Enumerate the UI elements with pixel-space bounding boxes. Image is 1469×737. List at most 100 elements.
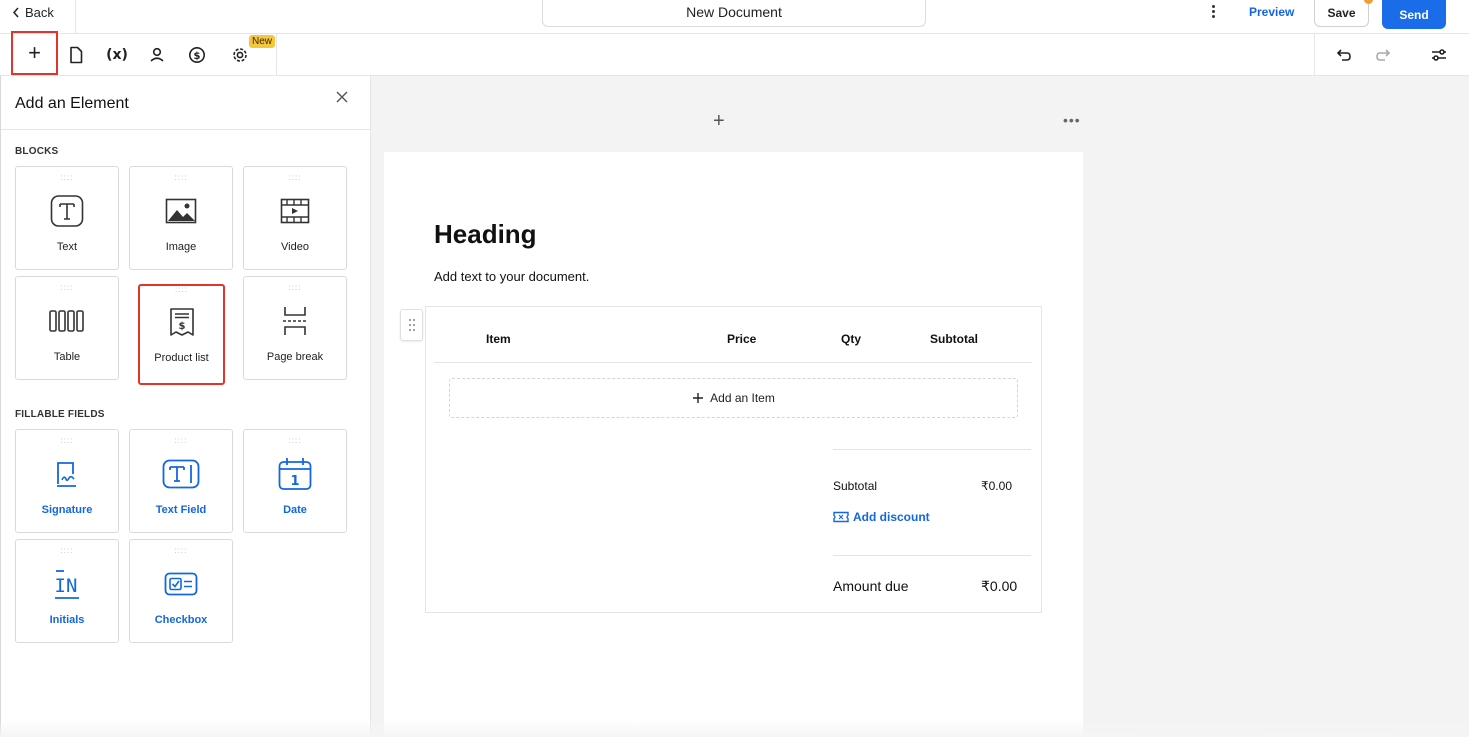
drag-grip-icon: :::: xyxy=(288,436,302,445)
panel-title: Add an Element xyxy=(15,95,129,112)
more-options-icon[interactable] xyxy=(1206,3,1220,23)
panel-header: Add an Element xyxy=(1,76,370,130)
amount-due-label: Amount due xyxy=(833,578,909,594)
settings-sliders-icon[interactable] xyxy=(1422,34,1456,76)
toolbar: + (x) $ New xyxy=(0,31,1469,76)
drag-grip-icon: :::: xyxy=(174,173,188,182)
add-item-button[interactable]: Add an Item xyxy=(449,378,1018,418)
add-discount-label: Add discount xyxy=(853,510,930,524)
document-heading[interactable]: Heading xyxy=(434,219,537,250)
product-list-icon: $ xyxy=(140,306,223,338)
send-button[interactable]: Send xyxy=(1382,0,1446,29)
video-icon xyxy=(244,195,346,227)
column-header-qty: Qty xyxy=(841,332,862,346)
plus-icon xyxy=(693,393,704,403)
table-icon xyxy=(16,305,118,337)
drag-grip-icon: :::: xyxy=(288,173,302,182)
block-label: Page break xyxy=(266,351,324,363)
block-video[interactable]: :::: Video xyxy=(243,166,347,270)
drag-grip-icon: :::: xyxy=(60,436,74,445)
user-icon[interactable] xyxy=(140,34,174,76)
field-initials[interactable]: :::: IN Initials xyxy=(15,539,119,643)
document-icon[interactable] xyxy=(59,34,93,76)
drag-grip-icon: :::: xyxy=(175,285,188,294)
variables-icon[interactable]: (x) xyxy=(100,34,134,76)
field-label: Initials xyxy=(49,614,85,626)
page-break-icon xyxy=(244,305,346,337)
preview-button[interactable]: Preview xyxy=(1249,5,1294,19)
back-button[interactable]: Back xyxy=(12,5,54,20)
save-button[interactable]: Save xyxy=(1314,0,1369,27)
add-discount-button[interactable]: Add discount xyxy=(833,510,930,524)
document-body-text[interactable]: Add text to your document. xyxy=(434,269,589,284)
drag-grip-icon: :::: xyxy=(60,546,74,555)
date-icon: 1 xyxy=(244,458,346,490)
initials-icon: IN xyxy=(16,568,118,600)
field-label: Signature xyxy=(41,504,93,516)
add-page-icon[interactable]: + xyxy=(713,110,725,133)
block-table[interactable]: :::: Table xyxy=(15,276,119,380)
pricing-icon[interactable]: $ xyxy=(180,34,214,76)
svg-text:1: 1 xyxy=(290,474,299,489)
drag-grip-icon: :::: xyxy=(174,546,188,555)
image-icon xyxy=(130,195,232,227)
unsaved-indicator xyxy=(1364,0,1373,4)
column-header-price: Price xyxy=(727,332,757,346)
column-header-item: Item xyxy=(486,332,511,346)
section-label-blocks: BLOCKS xyxy=(15,146,59,157)
close-icon[interactable] xyxy=(335,90,349,109)
block-image[interactable]: :::: Image xyxy=(129,166,233,270)
drag-grip-icon: :::: xyxy=(60,173,74,182)
plus-icon: + xyxy=(28,40,41,65)
divider xyxy=(833,555,1031,556)
page-options-icon[interactable]: ••• xyxy=(1063,112,1081,128)
product-list-block[interactable]: Item Price Qty Subtotal Add an Item Subt… xyxy=(425,306,1042,613)
document-title[interactable]: New Document xyxy=(542,0,926,27)
field-signature[interactable]: :::: Signature xyxy=(15,429,119,533)
field-label: Date xyxy=(283,504,307,516)
ticket-icon xyxy=(833,511,849,523)
block-label: Product list xyxy=(154,352,209,364)
document-page: Heading Add text to your document. Item … xyxy=(384,152,1083,737)
svg-text:$: $ xyxy=(194,51,201,62)
signature-icon xyxy=(16,458,118,490)
divider xyxy=(434,362,1032,363)
block-label: Text xyxy=(56,241,78,253)
add-element-button[interactable]: + xyxy=(11,31,58,75)
drag-grip-icon: :::: xyxy=(174,436,188,445)
new-badge: New xyxy=(249,35,276,48)
svg-text:$: $ xyxy=(178,321,185,332)
text-field-icon xyxy=(130,458,232,490)
divider xyxy=(276,34,277,76)
block-product-list[interactable]: :::: $ Product list xyxy=(138,284,225,385)
field-checkbox[interactable]: :::: Checkbox xyxy=(129,539,233,643)
back-label: Back xyxy=(25,5,54,20)
divider xyxy=(1314,34,1315,76)
top-bar: Back New Document Preview Save Send xyxy=(0,0,1469,34)
block-label: Image xyxy=(165,241,197,253)
add-item-label: Add an Item xyxy=(710,391,775,405)
redo-icon[interactable] xyxy=(1366,34,1400,76)
divider xyxy=(75,0,76,34)
section-label-fillable-fields: FILLABLE FIELDS xyxy=(15,409,105,420)
divider xyxy=(833,449,1031,450)
column-header-subtotal: Subtotal xyxy=(930,332,978,346)
drag-grip-icon: :::: xyxy=(60,283,74,292)
svg-text:IN: IN xyxy=(55,575,78,597)
field-label: Checkbox xyxy=(154,614,208,626)
drag-grip-icon: :::: xyxy=(288,283,302,292)
block-text[interactable]: :::: Text xyxy=(15,166,119,270)
document-canvas: + ••• Heading Add text to your document.… xyxy=(372,76,1469,737)
chevron-left-icon xyxy=(12,7,19,18)
add-element-panel: Add an Element BLOCKS :::: Text :::: Ima… xyxy=(0,76,371,737)
undo-icon[interactable] xyxy=(1327,34,1361,76)
field-date[interactable]: :::: 1 Date xyxy=(243,429,347,533)
field-text-field[interactable]: :::: Text Field xyxy=(129,429,233,533)
block-page-break[interactable]: :::: Page break xyxy=(243,276,347,380)
checkbox-icon xyxy=(130,568,232,600)
drag-handle-icon[interactable] xyxy=(400,309,423,341)
subtotal-value: ₹0.00 xyxy=(981,479,1012,493)
subtotal-label: Subtotal xyxy=(833,479,878,493)
block-label: Video xyxy=(281,241,309,253)
field-label: Text Field xyxy=(155,504,207,516)
